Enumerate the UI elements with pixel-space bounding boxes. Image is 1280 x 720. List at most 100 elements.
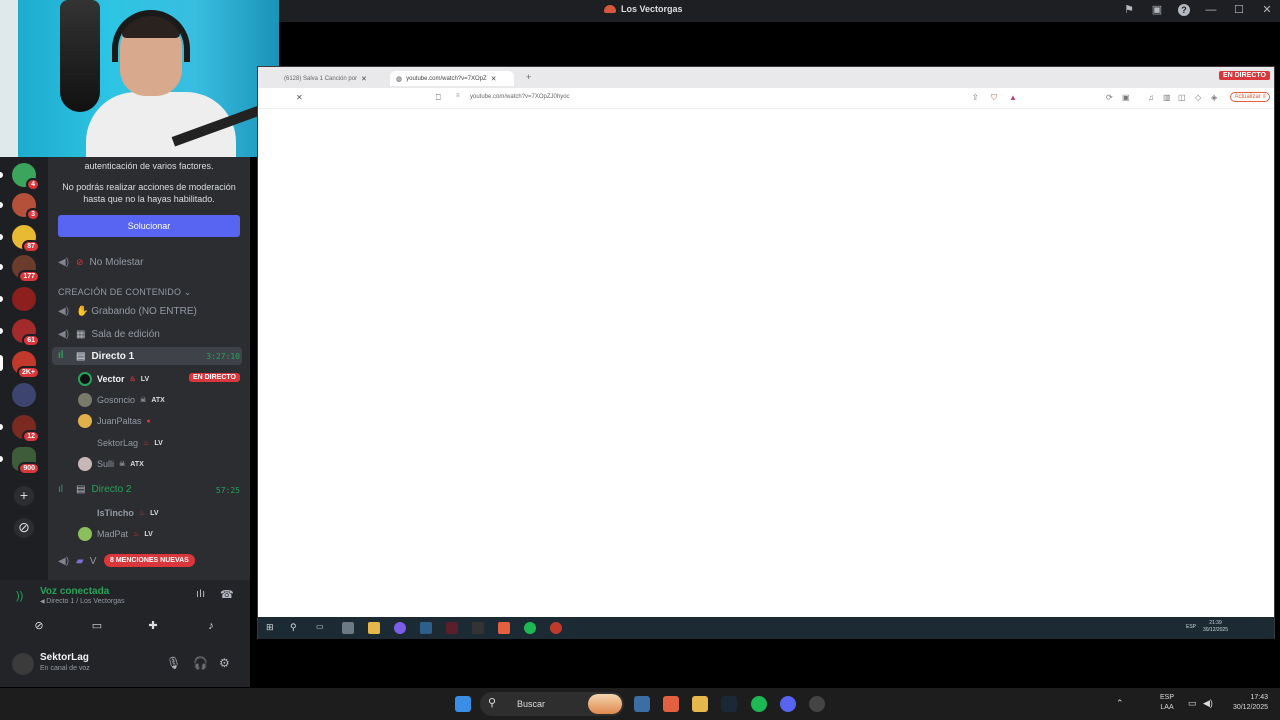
brave-icon[interactable]	[663, 696, 679, 712]
speaker-icon: ◀)	[58, 256, 70, 268]
voice-location[interactable]: ◀ Directo 1 / Los Vectorgas	[40, 598, 125, 605]
server-badge: 2K+	[16, 366, 40, 379]
volume-icon[interactable]: ◀)	[1203, 698, 1213, 709]
clock-time: 17:43	[1250, 694, 1268, 701]
site-info-icon[interactable]: ≡	[456, 93, 460, 99]
close-tab-icon[interactable]: ✕	[361, 75, 367, 83]
browser-tab[interactable]: (6128) Salva 1 Canción por ✕	[278, 71, 373, 86]
network-icon[interactable]: ▭	[1188, 698, 1197, 709]
maximize-button[interactable]: ☐	[1232, 3, 1246, 17]
voice-user[interactable]: IsTincho ♨ LV	[78, 506, 159, 520]
activities-button[interactable]: ✚	[128, 616, 178, 636]
server-icon[interactable]	[12, 287, 36, 311]
taskbar-clock: 21:39 30/12/2025	[1203, 620, 1228, 634]
server-icon[interactable]: 4	[12, 163, 40, 191]
screen-share-button[interactable]: ▭	[72, 616, 122, 636]
channel-directo-2[interactable]: ıl ▤ Directo 2	[58, 484, 131, 495]
channel-directo-1[interactable]: ıl ▤ Directo 1 3:27:10	[52, 347, 242, 365]
voice-active-icon: ıl	[58, 350, 64, 361]
brave-shield-icon[interactable]: ⛉	[991, 93, 997, 103]
discord-icon[interactable]	[780, 696, 796, 712]
vpn-icon[interactable]: ◈	[1211, 93, 1217, 102]
extension-icon[interactable]: ⟳	[1106, 93, 1113, 102]
voice-user[interactable]: JuanPaltas ●	[78, 414, 151, 428]
user-tag: LV	[150, 509, 159, 517]
server-icon[interactable]: 177	[12, 255, 40, 283]
media-icon[interactable]: ♫	[1148, 93, 1154, 102]
rewards-icon[interactable]: ▲	[1009, 93, 1017, 102]
voice-user[interactable]: MadPat ♨ LV	[78, 527, 153, 541]
app-icon[interactable]	[809, 696, 825, 712]
server-icon[interactable]: 61	[12, 319, 40, 347]
microphone-icon[interactable]: 🎙	[166, 656, 181, 670]
disconnect-icon[interactable]: ☎	[220, 588, 234, 601]
screen-share-icon[interactable]: ▣	[1150, 3, 1164, 17]
share-icon[interactable]: ⇪	[972, 93, 979, 102]
server-icon[interactable]	[12, 383, 36, 407]
channel-no-molestar[interactable]: ◀) ⊘ No Molestar	[58, 257, 143, 268]
new-mentions-pill[interactable]: 8 MENCIONES NUEVAS	[104, 554, 195, 567]
channel-partial[interactable]: ◀) ▰ V	[58, 556, 96, 567]
taskbar-clock[interactable]: 17:43 30/12/2025	[1222, 693, 1268, 713]
tray-chevron-icon[interactable]: ⌃	[1116, 698, 1124, 709]
noise-suppression-icon[interactable]: ıIı	[196, 588, 205, 600]
tab-icon[interactable]: ◫	[1178, 93, 1186, 102]
explore-servers-icon[interactable]: ⊘	[14, 518, 34, 538]
search-icon: ⚲	[290, 622, 297, 632]
close-tab-icon[interactable]: ✕	[491, 75, 497, 83]
channel-grabando[interactable]: ◀) ✋ Grabando (NO ENTRE)	[58, 306, 197, 317]
sidebar-icon[interactable]: ▥	[1163, 93, 1171, 102]
search-highlight-image	[588, 694, 622, 714]
voice-status[interactable]: Voz conectada	[40, 586, 109, 597]
extension-icon[interactable]: ▣	[1122, 93, 1130, 102]
user-avatar[interactable]	[12, 653, 34, 675]
server-icon[interactable]: 87	[12, 225, 40, 253]
new-tab-button[interactable]: +	[526, 72, 531, 82]
clock-time: 21:39	[1209, 620, 1222, 626]
stream-view[interactable]: (6128) Salva 1 Canción por ✕ ◍ youtube.c…	[257, 66, 1275, 639]
stop-loading-icon[interactable]: ✕	[296, 93, 303, 102]
server-badge: 61	[22, 334, 40, 347]
camera-off-button[interactable]: ⊘	[14, 616, 64, 636]
voice-user[interactable]: Gosoncio ☠ ATX	[78, 393, 165, 407]
user-name: SektorLag	[97, 438, 139, 448]
channel-label: Directo 2	[91, 484, 132, 495]
task-view-icon: ▭	[316, 622, 324, 631]
headphones-icon	[112, 10, 190, 62]
bookmark-icon[interactable]: ⎕	[436, 93, 441, 103]
settings-gear-icon[interactable]: ⚙	[219, 656, 230, 670]
help-icon[interactable]: ?	[1178, 4, 1190, 16]
server-icon[interactable]: 12	[12, 415, 40, 443]
signal-icon[interactable]: ))	[16, 590, 23, 602]
add-server-button[interactable]: +	[14, 486, 34, 506]
language-indicator[interactable]: ESP LAA	[1160, 693, 1174, 713]
browser-tab-active[interactable]: ◍ youtube.com/watch?v=7XOpZ ✕	[390, 71, 514, 86]
category-header[interactable]: CREACIÓN DE CONTENIDO ⌄	[58, 287, 192, 298]
app-icon[interactable]	[634, 696, 650, 712]
spotify-icon[interactable]	[751, 696, 767, 712]
solucionar-button[interactable]: Solucionar	[58, 215, 240, 237]
steam-icon[interactable]	[721, 696, 737, 712]
extension-icon[interactable]: ◇	[1195, 93, 1201, 102]
url-field[interactable]: youtube.com/watch?v=7XOpZJ0hyoc	[470, 94, 570, 100]
windows-start-icon[interactable]	[455, 696, 471, 712]
user-name[interactable]: SektorLag	[40, 652, 89, 663]
voice-user[interactable]: Sulli ☠ ATX	[78, 457, 144, 471]
soundboard-button[interactable]: ♪	[186, 616, 236, 636]
server-icon[interactable]: 2K+	[12, 351, 40, 379]
server-badge: 12	[22, 430, 40, 443]
inbox-flag-icon[interactable]: ⚑	[1122, 3, 1136, 17]
minimize-button[interactable]: —	[1204, 3, 1218, 17]
skull-icon: ☠	[140, 397, 147, 404]
file-explorer-icon[interactable]	[692, 696, 708, 712]
close-button[interactable]: ✕	[1260, 3, 1274, 17]
update-button[interactable]: Actualizar ≡	[1230, 92, 1270, 102]
voice-user[interactable]: Vector ♨ LV	[78, 372, 149, 386]
live-badge: EN DIRECTO	[188, 373, 240, 382]
channel-sala-edicion[interactable]: ◀) ▦ Sala de edición	[58, 329, 160, 340]
headphones-icon[interactable]: 🎧	[193, 656, 208, 670]
server-icon[interactable]: 3	[12, 193, 40, 221]
taskbar-search[interactable]: ⚲ Buscar	[480, 692, 624, 716]
voice-user[interactable]: SektorLag ♨ LV	[78, 436, 163, 450]
server-folder[interactable]: 900	[12, 447, 40, 475]
